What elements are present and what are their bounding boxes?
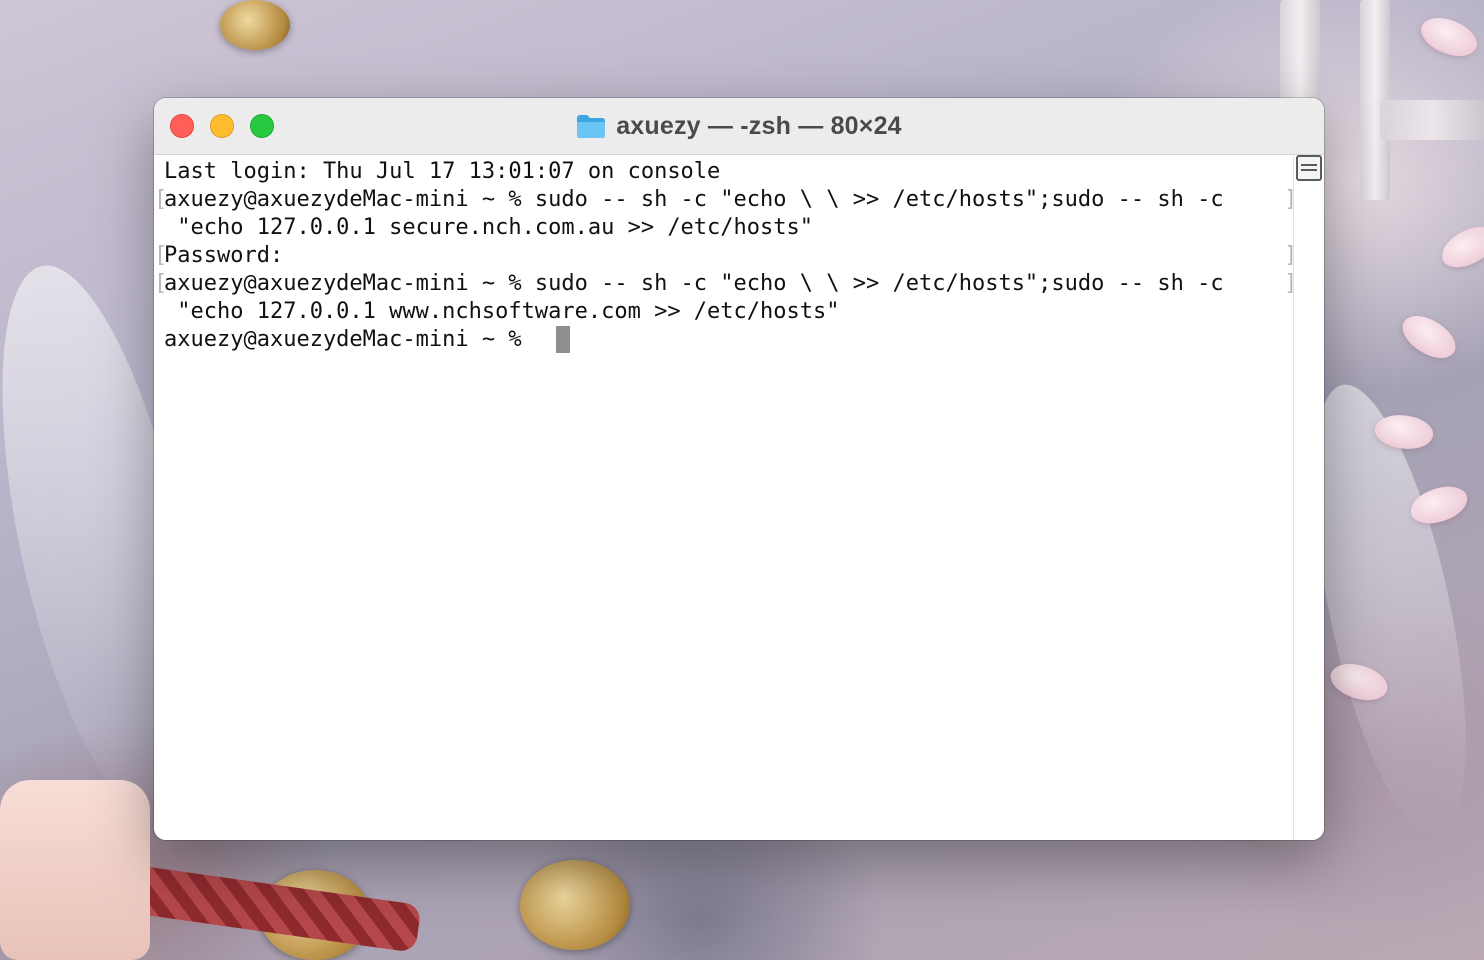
terminal-line: Last login: Thu Jul 17 13:01:07 on conso… [164, 159, 721, 184]
terminal-line: "echo 127.0.0.1 www.nchsoftware.com >> /… [164, 299, 840, 324]
wallpaper-railing [1380, 100, 1484, 140]
wallpaper-petal [1415, 7, 1483, 67]
window-titlebar[interactable]: axuezy — -zsh — 80×24 [154, 98, 1324, 155]
wallpaper-ornament [520, 860, 630, 950]
wallpaper-petal [1435, 221, 1484, 273]
text-cursor [556, 326, 570, 353]
terminal-window[interactable]: axuezy — -zsh — 80×24 Last login: Thu Ju… [154, 98, 1324, 840]
terminal-line: axuezy@axuezydeMac-mini ~ % sudo -- sh -… [164, 187, 1224, 212]
window-title-group: axuezy — -zsh — 80×24 [154, 98, 1324, 154]
terminal-line: "echo 127.0.0.1 secure.nch.com.au >> /et… [164, 215, 814, 240]
wallpaper-petal [1395, 305, 1463, 369]
split-pane-icon[interactable] [1296, 155, 1322, 181]
terminal-prompt: axuezy@axuezydeMac-mini ~ % [164, 327, 535, 352]
scrollbar-gutter[interactable] [1293, 155, 1324, 840]
folder-icon [576, 113, 606, 139]
wallpaper-ornament [220, 0, 290, 50]
wallpaper-hand [0, 780, 150, 960]
terminal-line: axuezy@axuezydeMac-mini ~ % sudo -- sh -… [164, 271, 1224, 296]
terminal-output[interactable]: Last login: Thu Jul 17 13:01:07 on conso… [154, 155, 1297, 840]
terminal-line: Password: [164, 243, 284, 268]
window-title: axuezy — -zsh — 80×24 [616, 111, 902, 140]
